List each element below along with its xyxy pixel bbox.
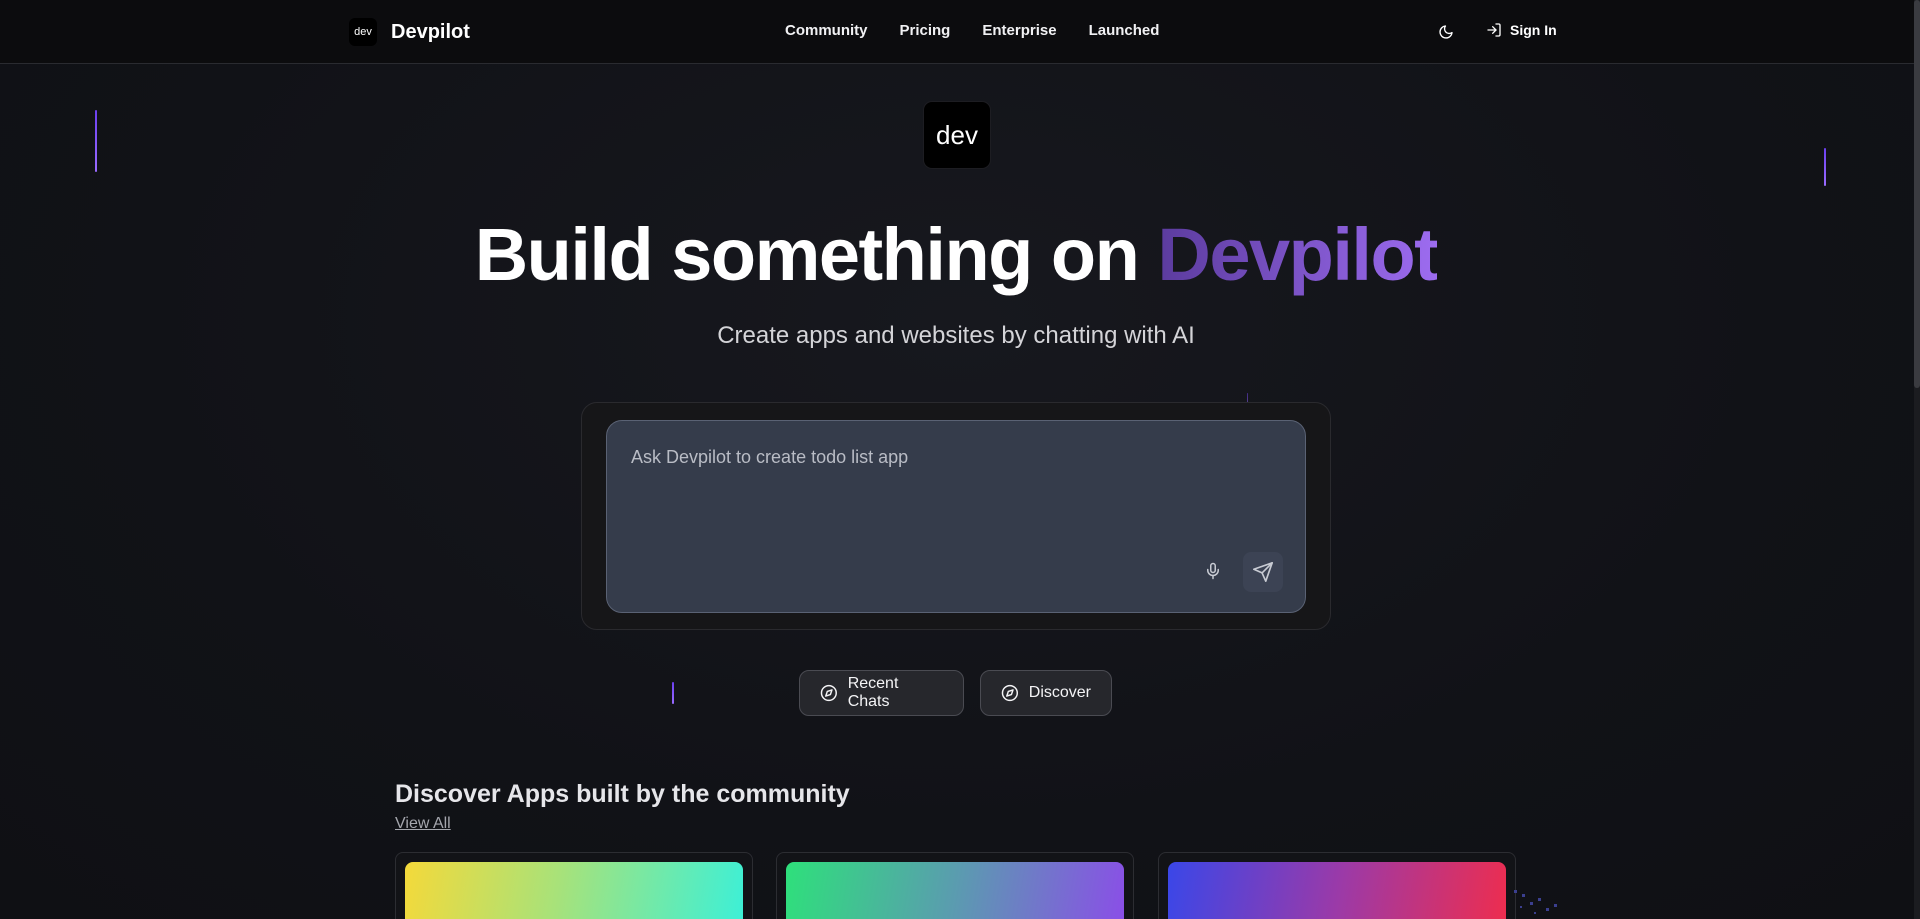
hero-subtitle: Create apps and websites by chatting wit… [717, 322, 1195, 349]
decor-dots [1514, 890, 1557, 914]
brand[interactable]: dev Devpilot [349, 18, 470, 46]
app-card[interactable] [1158, 852, 1516, 919]
nav-launched[interactable]: Launched [1089, 22, 1160, 39]
prompt-box [606, 420, 1306, 613]
hero-title-main: Build something on [474, 213, 1158, 296]
discover-label: Discover [1028, 684, 1091, 701]
scrollbar[interactable] [1914, 0, 1920, 919]
top-header: dev Devpilot Community Pricing Enterpris… [0, 0, 1914, 64]
log-in-icon [1487, 23, 1501, 37]
app-card[interactable] [395, 852, 753, 919]
brand-logo: dev [349, 18, 377, 46]
compass-icon [1001, 684, 1019, 702]
decor-spark [95, 110, 97, 172]
app-card-thumbnail [786, 862, 1124, 919]
hero-title: Build something on Devpilot [0, 212, 1912, 297]
send-button[interactable] [1243, 552, 1283, 592]
app-card-thumbnail [405, 862, 743, 919]
sign-in-button[interactable]: Sign In [1486, 22, 1557, 38]
decor-spark [1824, 148, 1826, 186]
compass-icon [820, 684, 837, 702]
view-all-link[interactable]: View All [395, 815, 451, 833]
discover-button[interactable]: Discover [980, 670, 1112, 716]
moon-icon [1439, 25, 1453, 39]
page: dev Devpilot Community Pricing Enterpris… [0, 0, 1920, 919]
app-card-thumbnail [1168, 862, 1506, 919]
scrollbar-thumb[interactable] [1914, 0, 1920, 388]
prompt-input[interactable] [607, 421, 1305, 561]
brand-name: Devpilot [391, 20, 470, 43]
sign-in-label: Sign In [1510, 22, 1557, 38]
nav-pricing[interactable]: Pricing [900, 22, 951, 39]
nav-enterprise[interactable]: Enterprise [982, 22, 1056, 39]
hero-logo: dev [924, 102, 990, 168]
send-icon [1253, 562, 1273, 582]
community-section-title: Discover Apps built by the community [395, 780, 850, 808]
nav-community[interactable]: Community [785, 22, 868, 39]
theme-toggle-button[interactable] [1436, 22, 1456, 42]
app-card[interactable] [776, 852, 1134, 919]
recent-chats-label: Recent Chats [847, 675, 899, 710]
microphone-icon [1207, 562, 1219, 580]
hero-title-accent: Devpilot [1157, 213, 1438, 296]
main-nav: Community Pricing Enterprise Launched [785, 22, 1159, 39]
microphone-button[interactable] [1200, 556, 1226, 586]
decor-spark [672, 682, 674, 704]
prompt-container [581, 402, 1331, 630]
recent-chats-button[interactable]: Recent Chats [799, 670, 964, 716]
